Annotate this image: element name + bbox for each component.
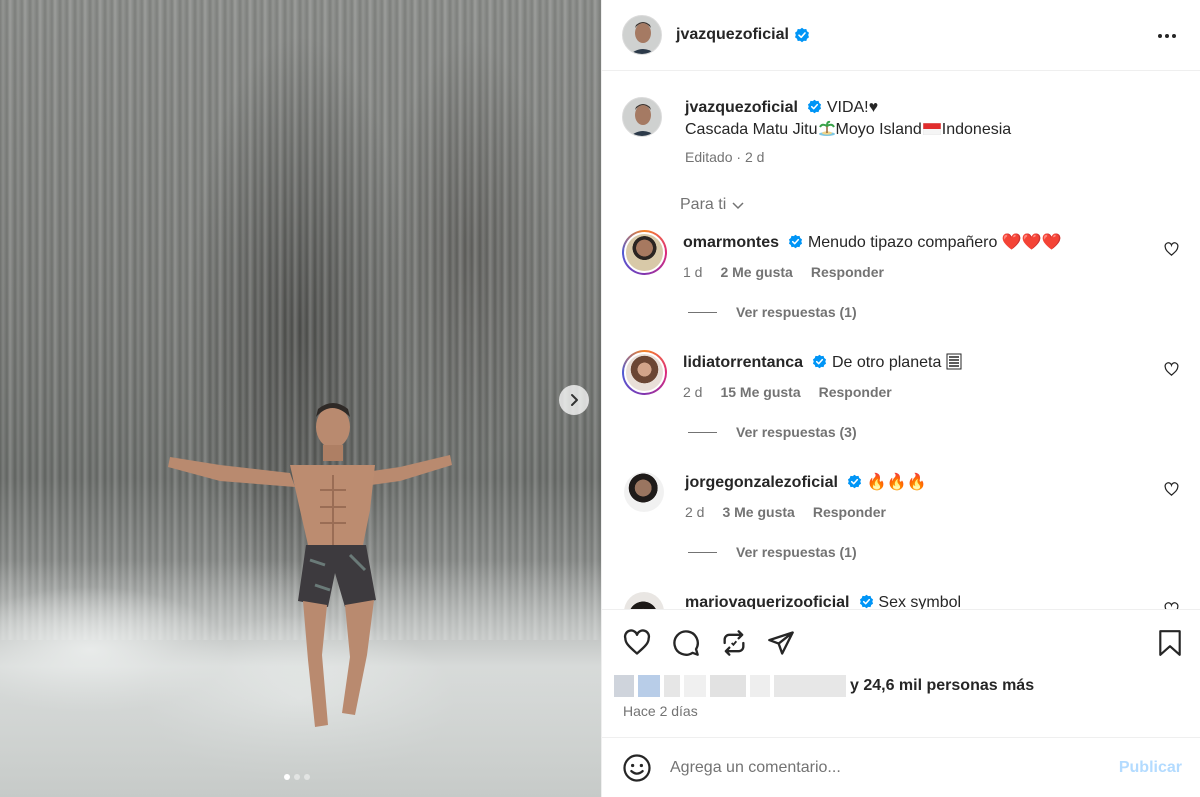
publish-button[interactable]: Publicar <box>1119 759 1182 777</box>
comment-text: De otro planeta <box>831 354 942 371</box>
view-replies-label: Ver respuestas (3) <box>736 424 857 440</box>
like-comment-heart-icon[interactable] <box>1164 362 1179 377</box>
liked-by-avatars-blurred <box>614 675 846 697</box>
comment-text: Sex symbol <box>878 594 962 609</box>
comment-username[interactable]: mariovaquerizooficial <box>685 594 850 609</box>
owner-username[interactable]: jvazquezoficial <box>676 26 789 44</box>
person-figure <box>168 403 452 727</box>
repost-icon[interactable] <box>720 629 748 657</box>
emoji-smiley-icon[interactable] <box>622 753 652 783</box>
comment-age: 2 d <box>685 504 705 520</box>
caption-owner-avatar[interactable] <box>622 97 662 137</box>
chevron-right-icon <box>571 394 578 406</box>
reply-button[interactable]: Responder <box>819 382 892 402</box>
commenter-avatar[interactable] <box>624 592 664 609</box>
verified-badge-icon <box>859 594 874 609</box>
comments-section[interactable]: jvazquezoficial VIDA!♥ Cascada Matu Jitu… <box>602 72 1200 609</box>
owner-avatar[interactable] <box>622 15 662 55</box>
comment-username[interactable]: omarmontes <box>683 234 779 251</box>
likes-count-text: y 24,6 mil personas más <box>850 677 1035 694</box>
like-comment-heart-icon[interactable] <box>1164 482 1179 497</box>
post-caption: jvazquezoficial VIDA!♥ Cascada Matu Jitu… <box>622 97 1011 168</box>
edited-label: Editado <box>685 149 733 165</box>
next-media-button[interactable] <box>559 385 589 415</box>
comment-username[interactable]: lidiatorrentanca <box>683 354 803 371</box>
commenter-avatar[interactable] <box>622 230 667 275</box>
post-actions-bar <box>602 609 1200 671</box>
caption-meta: Editado · 2 d <box>685 149 765 165</box>
comment-sort-dropdown[interactable]: Para ti <box>680 196 745 214</box>
comment-item: lidiatorrentanca De otro planeta 2 d 15 … <box>622 350 1182 440</box>
caption-text: VIDA!♥ <box>826 99 879 116</box>
view-replies-button[interactable]: Ver respuestas (1) <box>688 544 1182 560</box>
caption-location-3: Indonesia <box>941 121 1012 138</box>
commenter-avatar[interactable] <box>624 472 664 512</box>
comment-item: omarmontes Menudo tipazo compañero ❤️❤️❤… <box>622 230 1182 320</box>
view-replies-button[interactable]: Ver respuestas (1) <box>688 304 1182 320</box>
caption-location-1: Cascada Matu Jitu <box>685 121 818 138</box>
view-replies-label: Ver respuestas (1) <box>736 544 857 560</box>
like-heart-icon[interactable] <box>623 629 651 657</box>
caption-body: jvazquezoficial VIDA!♥ Cascada Matu Jitu… <box>685 97 1011 168</box>
comment-likes[interactable]: 2 Me gusta <box>720 262 792 282</box>
reply-button[interactable]: Responder <box>813 502 886 522</box>
desert-island-icon <box>818 120 835 136</box>
more-options-button[interactable] <box>1154 23 1180 49</box>
add-comment-bar: Publicar <box>602 737 1200 797</box>
comment-likes[interactable]: 3 Me gusta <box>722 502 794 522</box>
comment-age: 2 d <box>683 384 703 400</box>
edited-age: 2 d <box>744 149 765 165</box>
caption-username[interactable]: jvazquezoficial <box>685 99 798 116</box>
post-side-panel: jvazquezoficial jvazquezoficial VIDA!♥ C… <box>601 0 1200 797</box>
comment-item: jorgegonzalezoficial 🔥🔥🔥 2 d 3 Me gusta … <box>622 470 1182 560</box>
commenter-avatar[interactable] <box>622 350 667 395</box>
person-avatar-icon <box>623 16 661 54</box>
comment-input[interactable] <box>670 758 1090 777</box>
like-comment-heart-icon[interactable] <box>1164 602 1179 609</box>
comment-age: 1 d <box>683 264 703 280</box>
view-replies-label: Ver respuestas (1) <box>736 304 857 320</box>
comment-likes[interactable]: 15 Me gusta <box>720 382 800 402</box>
carousel-dot-active <box>284 774 290 780</box>
comment-username[interactable]: jorgegonzalezoficial <box>685 474 838 491</box>
carousel-dot <box>294 774 300 780</box>
person-avatar-icon <box>623 98 661 136</box>
verified-badge-icon <box>789 234 803 249</box>
comment-text: Menudo tipazo compañero <box>807 234 998 251</box>
verified-badge-icon <box>808 99 822 114</box>
like-comment-heart-icon[interactable] <box>1164 242 1179 257</box>
replies-divider <box>688 431 717 433</box>
ellipsis-icon <box>1158 34 1176 38</box>
comment-bubble-icon[interactable] <box>672 629 700 657</box>
verified-badge-icon <box>794 27 809 43</box>
view-replies-button[interactable]: Ver respuestas (3) <box>688 424 1182 440</box>
verified-badge-icon <box>813 354 827 369</box>
post-media[interactable] <box>0 0 601 797</box>
post-timestamp[interactable]: Hace 2 días <box>623 703 698 719</box>
chevron-down-icon <box>732 202 744 210</box>
comment-emoji: 🔥🔥🔥 <box>866 474 927 491</box>
planet-emoji-icon <box>946 353 962 370</box>
reply-button[interactable]: Responder <box>811 262 884 282</box>
post-header: jvazquezoficial <box>602 0 1200 71</box>
verified-badge-icon <box>848 474 862 489</box>
save-bookmark-icon[interactable] <box>1157 629 1183 657</box>
indonesia-flag-icon <box>922 120 942 136</box>
comment-item: mariovaquerizooficial Sex symbol <box>622 590 1182 609</box>
carousel-indicator <box>284 774 310 780</box>
replies-divider <box>688 551 717 553</box>
carousel-dot <box>304 774 310 780</box>
caption-location-2: Moyo Island <box>835 121 922 138</box>
share-paper-plane-icon[interactable] <box>767 629 795 657</box>
likes-summary[interactable]: y 24,6 mil personas más <box>614 671 1034 701</box>
comment-sort-label: Para ti <box>680 196 727 213</box>
comment-emoji: ❤️❤️❤️ <box>1001 234 1062 251</box>
replies-divider <box>688 311 717 313</box>
